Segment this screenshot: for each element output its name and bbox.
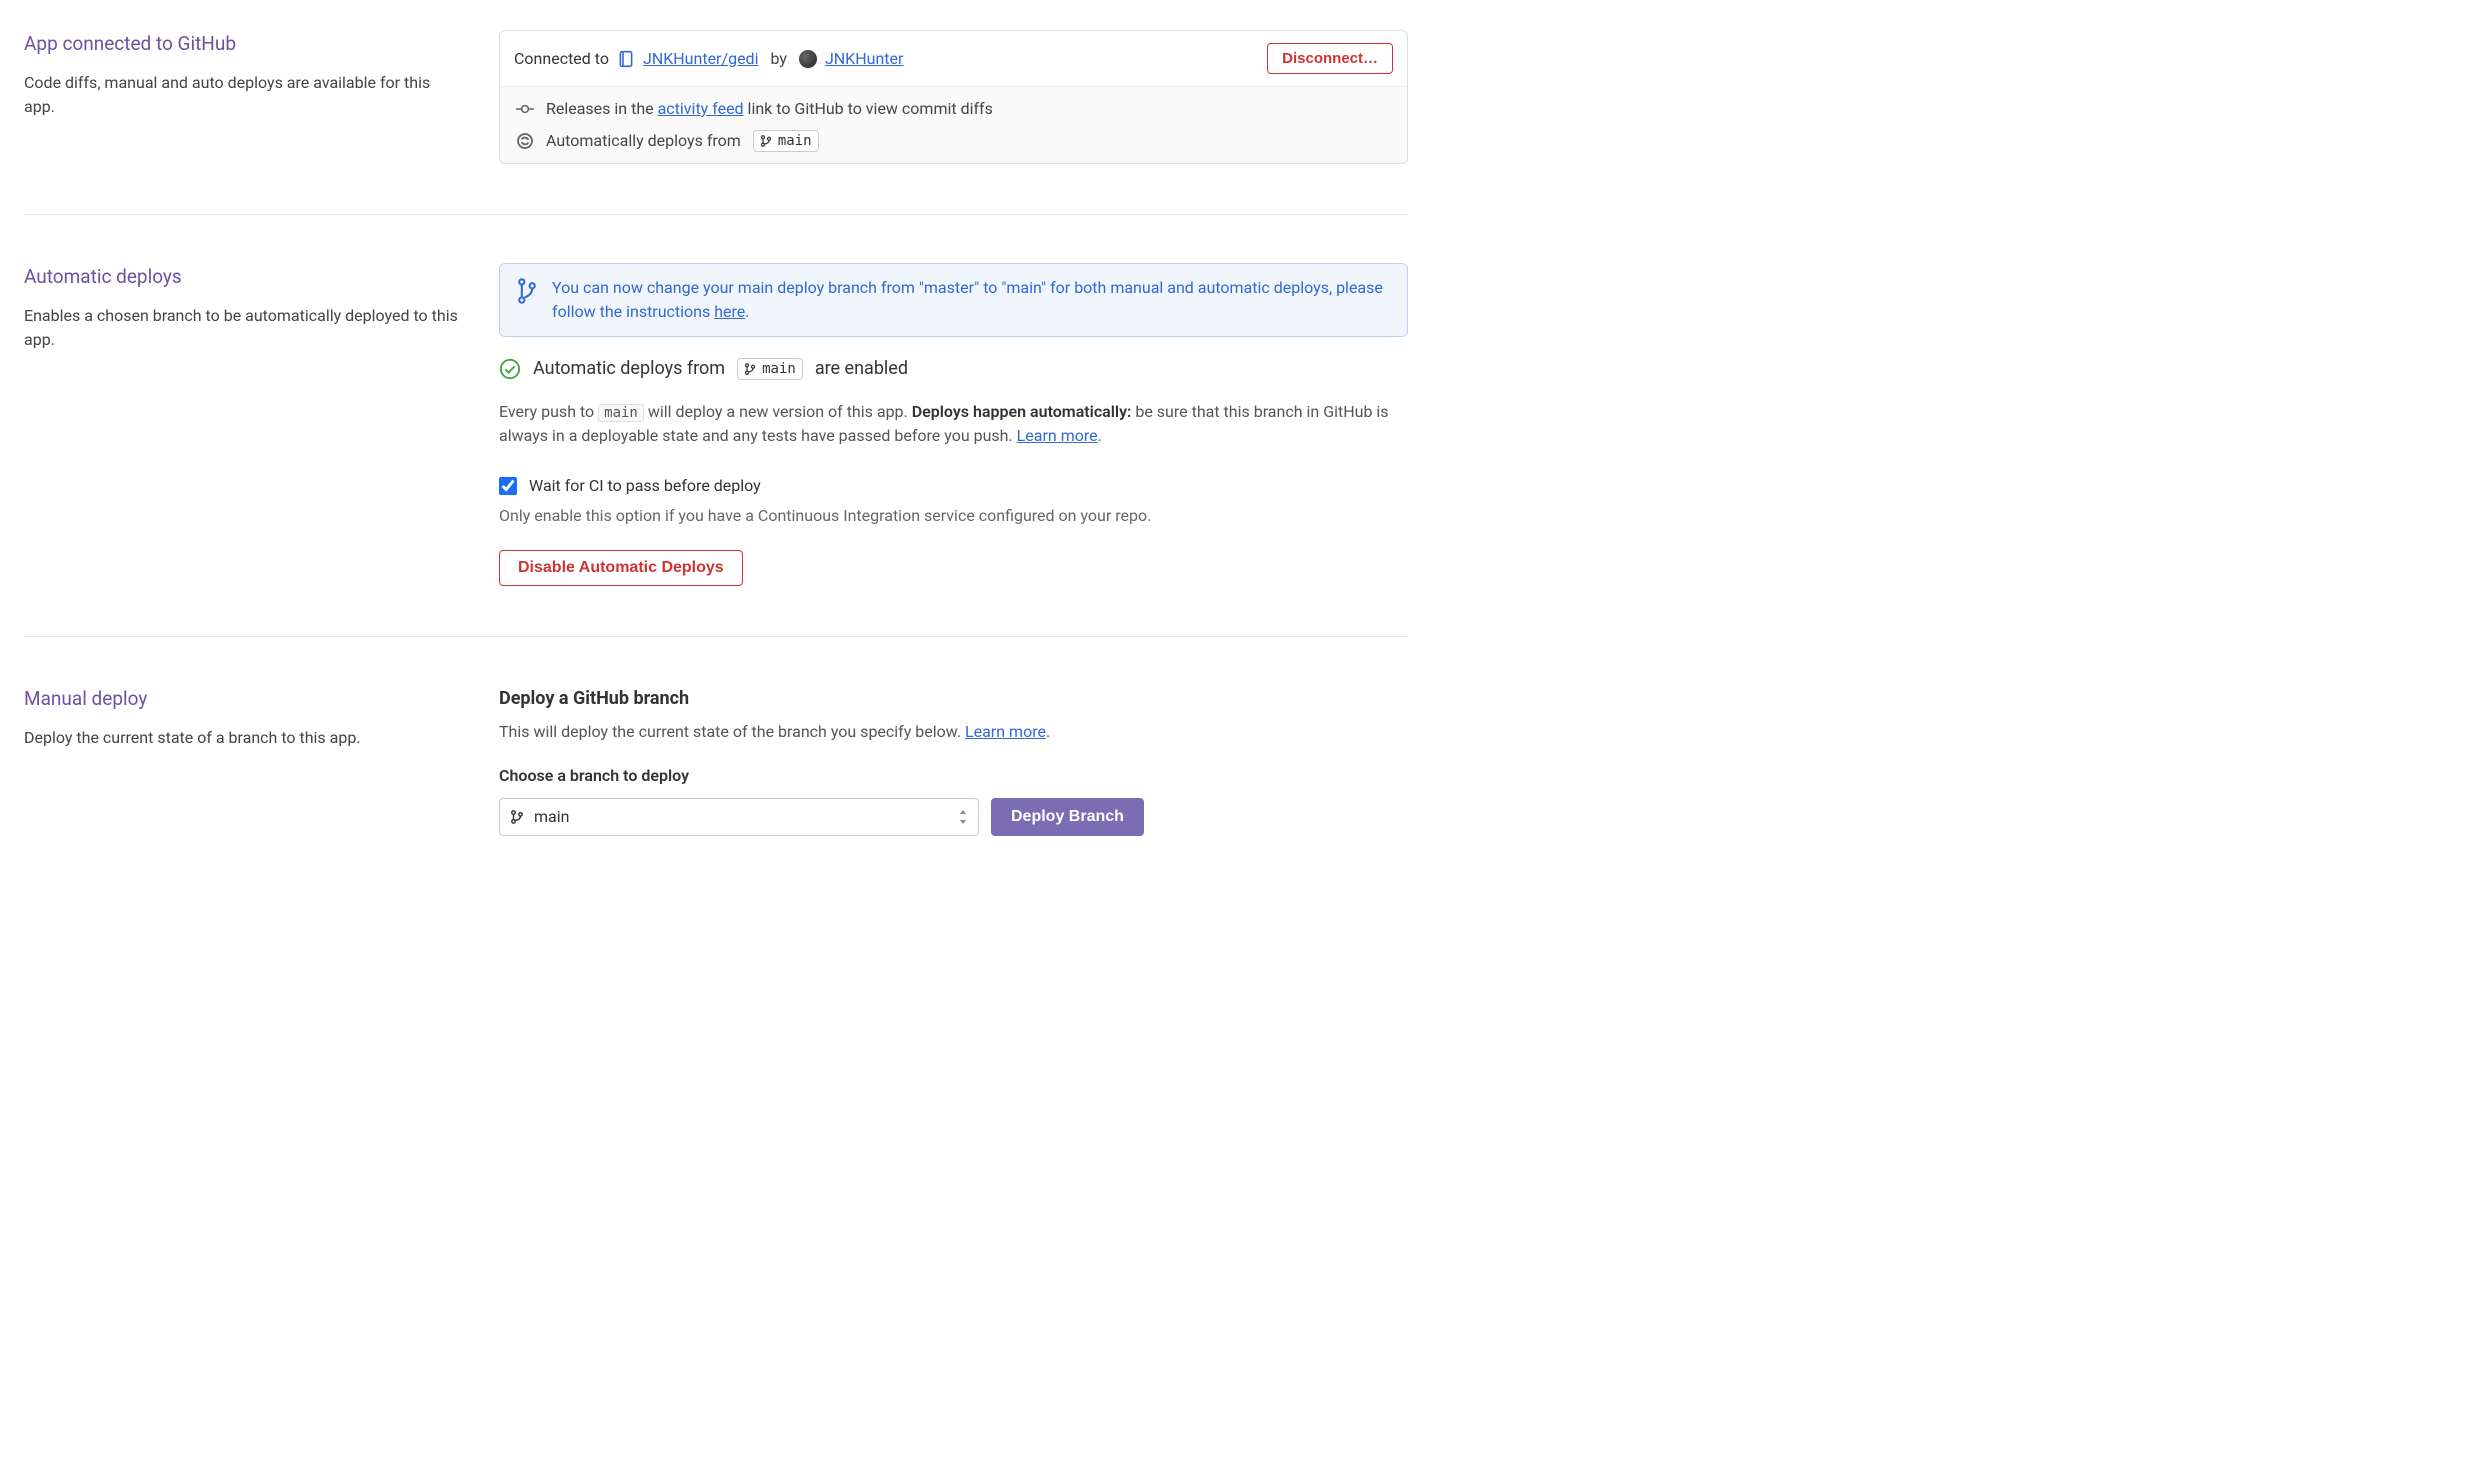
repo-icon	[617, 50, 635, 68]
choose-branch-label: Choose a branch to deploy	[499, 764, 1408, 788]
auto-status-pre: Automatic deploys from	[533, 355, 725, 382]
connected-card: Connected to JNKHunter/gedi by JNKHunter…	[499, 30, 1408, 164]
repo-link[interactable]: JNKHunter/gedi	[643, 47, 758, 71]
wait-for-ci-label: Wait for CI to pass before deploy	[529, 474, 761, 498]
connected-title: App connected to GitHub	[24, 30, 459, 59]
deploy-branch-button[interactable]: Deploy Branch	[991, 798, 1144, 836]
commit-icon	[516, 100, 534, 118]
info-banner: You can now change your main deploy bran…	[499, 263, 1408, 337]
owner-link[interactable]: JNKHunter	[825, 47, 904, 71]
disable-auto-deploys-button[interactable]: Disable Automatic Deploys	[499, 550, 743, 586]
releases-text: Releases in the activity feed link to Gi…	[546, 97, 993, 121]
manual-title: Manual deploy	[24, 685, 459, 714]
connected-to-label: Connected to	[514, 47, 609, 71]
para-branch-chip: main	[598, 404, 644, 422]
wait-for-ci-checkbox[interactable]	[499, 477, 517, 495]
auto-from-text: Automatically deploys from	[546, 129, 741, 153]
manual-sub-heading: Deploy a GitHub branch	[499, 685, 1408, 712]
manual-description: Deploy the current state of a branch to …	[24, 726, 459, 750]
manual-learn-more-link[interactable]: Learn more	[965, 722, 1046, 741]
auto-paragraph: Every push to main will deploy a new ver…	[499, 400, 1408, 448]
chevron-updown-icon	[958, 809, 968, 825]
connected-description: Code diffs, manual and auto deploys are …	[24, 71, 459, 119]
avatar	[799, 50, 817, 68]
disconnect-button[interactable]: Disconnect…	[1267, 43, 1393, 74]
auto-status-post: are enabled	[815, 355, 908, 382]
by-label: by	[770, 47, 786, 71]
check-circle-icon	[499, 358, 521, 380]
sync-icon	[516, 132, 534, 150]
branch-icon	[516, 276, 538, 324]
status-branch-chip: main	[737, 358, 803, 380]
manual-sub-desc: This will deploy the current state of th…	[499, 720, 1408, 744]
banner-here-link[interactable]: here	[714, 302, 745, 321]
activity-feed-link[interactable]: activity feed	[658, 99, 744, 118]
auto-learn-more-link[interactable]: Learn more	[1017, 426, 1098, 445]
auto-title: Automatic deploys	[24, 263, 459, 292]
ci-note: Only enable this option if you have a Co…	[499, 504, 1408, 528]
branch-icon	[510, 809, 524, 825]
branch-select[interactable]: main	[499, 798, 979, 836]
branch-chip: main	[753, 130, 819, 152]
banner-text: You can now change your main deploy bran…	[552, 276, 1391, 324]
auto-description: Enables a chosen branch to be automatica…	[24, 304, 459, 352]
selected-branch: main	[534, 805, 569, 829]
